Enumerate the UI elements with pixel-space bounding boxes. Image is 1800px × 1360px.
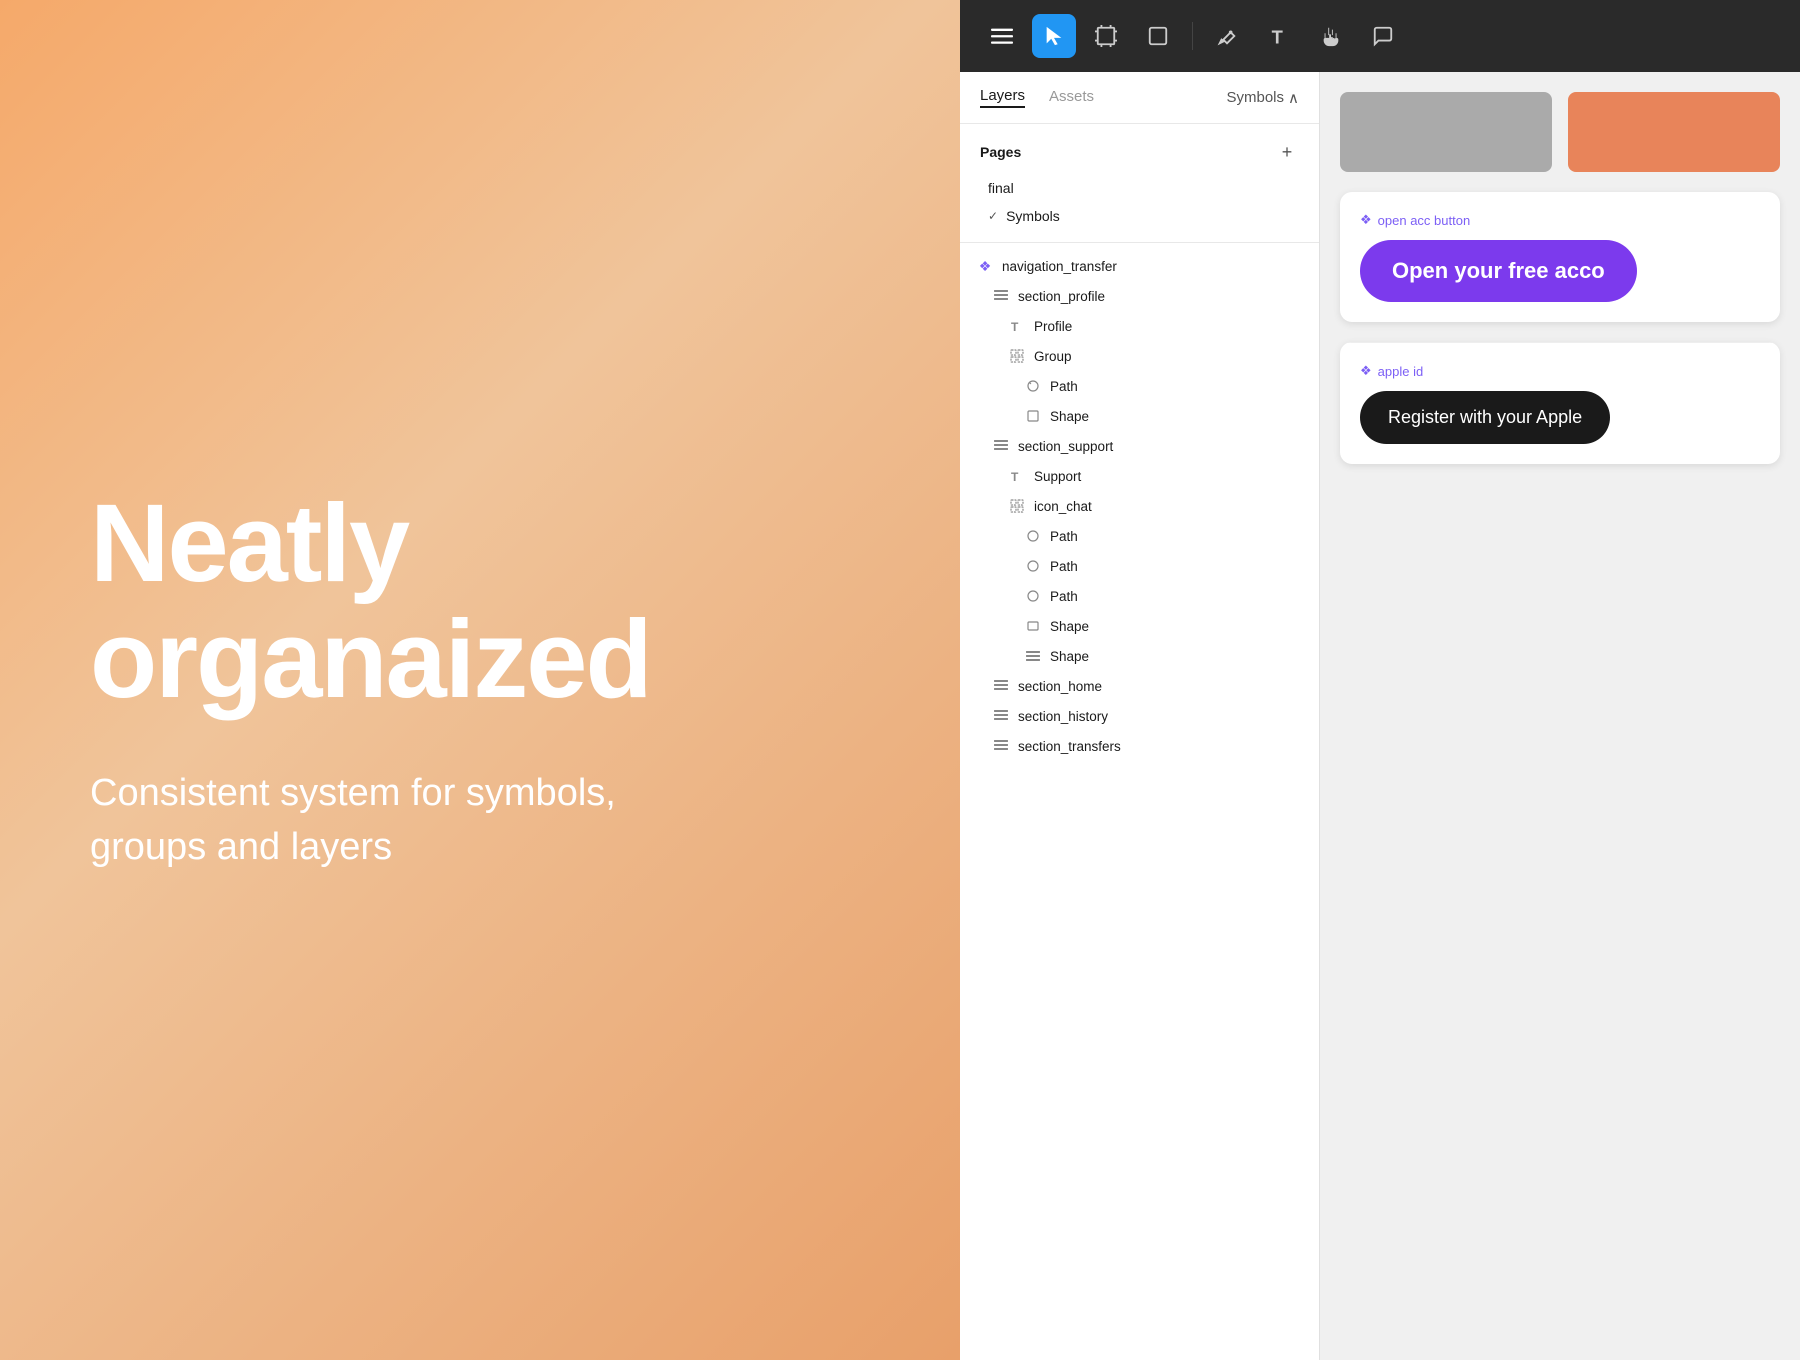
layer-path-1[interactable]: Path (960, 371, 1319, 401)
shape-icon-1 (1024, 407, 1042, 425)
path-icon-2 (1024, 527, 1042, 545)
sub-heading: Consistent system for symbols, groups an… (90, 767, 690, 873)
open-acc-button[interactable]: Open your free acco (1360, 240, 1637, 302)
text-tool-button[interactable]: T (1257, 14, 1301, 58)
toolbar-separator-1 (1192, 22, 1193, 50)
layer-group[interactable]: Group (960, 341, 1319, 371)
sym-icon: ❖ (976, 257, 994, 275)
comment-tool-button[interactable] (1361, 14, 1405, 58)
placeholder-image-2 (1568, 92, 1780, 172)
stack-icon (992, 287, 1010, 305)
page-item-final[interactable]: final (980, 174, 1299, 202)
tab-layers[interactable]: Layers (980, 87, 1025, 108)
tab-symbols[interactable]: Symbols ∧ (1226, 89, 1299, 107)
layer-section-support[interactable]: section_support (960, 431, 1319, 461)
stack-icon-4 (992, 677, 1010, 695)
layers-panel: Layers Assets Symbols ∧ Pages + final ✓ (960, 72, 1320, 1360)
layer-path-4[interactable]: Path (960, 581, 1319, 611)
diamond-icon-2: ❖ (1360, 363, 1372, 379)
toolbar: T (960, 0, 1800, 72)
main-content: Layers Assets Symbols ∧ Pages + final ✓ (960, 72, 1800, 1360)
layer-support-text[interactable]: T Support (960, 461, 1319, 491)
hand-tool-button[interactable] (1309, 14, 1353, 58)
select-tool-button[interactable] (1032, 14, 1076, 58)
layer-section-profile[interactable]: section_profile (960, 281, 1319, 311)
svg-text:T: T (1272, 26, 1283, 47)
layer-label: Support (1034, 469, 1081, 484)
menu-button[interactable] (980, 14, 1024, 58)
layer-label: Path (1050, 529, 1078, 544)
layer-label: Shape (1050, 619, 1089, 634)
canvas-area: ❖ open acc button Open your free acco ❖ … (1320, 72, 1800, 1360)
pen-tool-button[interactable] (1205, 14, 1249, 58)
apple-id-label: ❖ apple id (1360, 363, 1760, 379)
layer-navigation-transfer[interactable]: ❖ navigation_transfer (960, 251, 1319, 281)
layer-label: section_support (1018, 439, 1113, 454)
path-icon-1 (1024, 377, 1042, 395)
page-label-symbols: Symbols (1006, 208, 1060, 224)
top-image-placeholders (1340, 92, 1780, 172)
layer-profile-text[interactable]: T Profile (960, 311, 1319, 341)
layer-label: Profile (1034, 319, 1072, 334)
open-acc-label: ❖ open acc button (1360, 212, 1760, 228)
layer-icon-chat[interactable]: icon_chat (960, 491, 1319, 521)
tab-assets[interactable]: Assets (1049, 88, 1094, 107)
layer-section-history[interactable]: section_history (960, 701, 1319, 731)
shape-icon-2 (1024, 617, 1042, 635)
apple-id-button[interactable]: Register with your Apple (1360, 391, 1610, 444)
stack-icon-6 (992, 737, 1010, 755)
layer-section-transfers[interactable]: section_transfers (960, 731, 1319, 761)
placeholder-image-1 (1340, 92, 1552, 172)
stack-icon-2 (992, 437, 1010, 455)
layer-label: section_home (1018, 679, 1102, 694)
layer-label: icon_chat (1034, 499, 1092, 514)
text-icon-2: T (1008, 467, 1026, 485)
layer-path-2[interactable]: Path (960, 521, 1319, 551)
layer-label: Group (1034, 349, 1072, 364)
text-icon: T (1008, 317, 1026, 335)
group-icon-2 (1008, 497, 1026, 515)
layer-label: Shape (1050, 649, 1089, 664)
open-acc-section: ❖ open acc button Open your free acco (1340, 192, 1780, 322)
layer-shape-3[interactable]: Shape (960, 641, 1319, 671)
stack-icon-5 (992, 707, 1010, 725)
layer-label: navigation_transfer (1002, 259, 1117, 274)
apple-id-section: ❖ apple id Register with your Apple (1340, 342, 1780, 464)
page-label-final: final (988, 180, 1014, 196)
page-check-symbols: ✓ (988, 209, 998, 223)
pages-header: Pages + (980, 140, 1299, 164)
apple-id-card: ❖ apple id Register with your Apple (1340, 342, 1780, 464)
open-acc-card: ❖ open acc button Open your free acco (1340, 192, 1780, 322)
layer-label: Shape (1050, 409, 1089, 424)
layer-shape-2[interactable]: Shape (960, 611, 1319, 641)
design-tool-panel: T Layers Assets Symbols ∧ Pag (960, 0, 1800, 1360)
layer-shape-1[interactable]: Shape (960, 401, 1319, 431)
pages-section: Pages + final ✓ Symbols (960, 124, 1319, 243)
svg-text:T: T (1011, 320, 1019, 333)
add-page-button[interactable]: + (1275, 140, 1299, 164)
stack-icon-3 (1024, 647, 1042, 665)
group-icon (1008, 347, 1026, 365)
layer-label: section_profile (1018, 289, 1105, 304)
frame-tool-button[interactable] (1084, 14, 1128, 58)
pages-title: Pages (980, 144, 1021, 160)
left-background-panel: Neatly organaized Consistent system for … (0, 0, 960, 1360)
path-icon-4 (1024, 587, 1042, 605)
page-item-symbols[interactable]: ✓ Symbols (980, 202, 1299, 230)
layer-label: Path (1050, 589, 1078, 604)
diamond-icon-1: ❖ (1360, 212, 1372, 228)
panel-tabs: Layers Assets Symbols ∧ (960, 72, 1319, 124)
layer-label: Path (1050, 559, 1078, 574)
svg-text:T: T (1011, 470, 1019, 483)
layer-label: Path (1050, 379, 1078, 394)
layer-section-home[interactable]: section_home (960, 671, 1319, 701)
main-heading: Neatly organaized (90, 486, 870, 717)
layers-list: ❖ navigation_transfer section_profile (960, 243, 1319, 1360)
layer-label: section_transfers (1018, 739, 1121, 754)
shape-tool-button[interactable] (1136, 14, 1180, 58)
path-icon-3 (1024, 557, 1042, 575)
layer-label: section_history (1018, 709, 1108, 724)
layer-path-3[interactable]: Path (960, 551, 1319, 581)
